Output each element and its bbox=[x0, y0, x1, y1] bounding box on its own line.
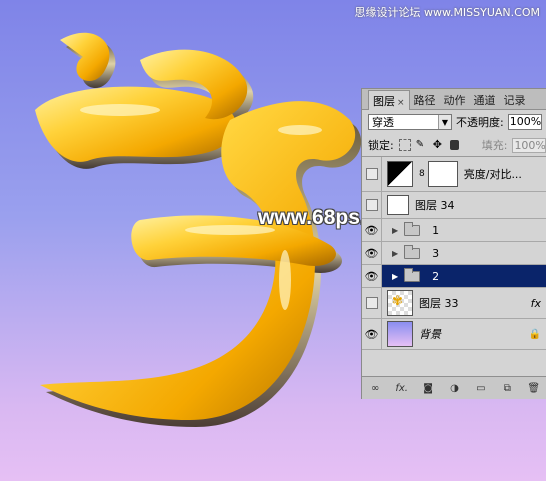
eye-box-icon bbox=[365, 297, 378, 309]
lock-fill-row: 锁定: ✎ ✥ 填充: 100% bbox=[362, 134, 546, 157]
layers-panel: 图层 × 路径 动作 通道 记录 穿透 ▼ 不透明度: 100% 锁定: ✎ ✥ … bbox=[361, 88, 546, 399]
add-mask-icon[interactable]: ◙ bbox=[421, 381, 435, 395]
layer-thumbnail: ✾ bbox=[387, 290, 413, 316]
layer-name: 背景 bbox=[419, 328, 441, 341]
eye-icon: 👁 bbox=[364, 246, 379, 260]
lock-transparency-icon[interactable] bbox=[398, 139, 411, 151]
layer-name: 亮度/对比... bbox=[463, 168, 522, 181]
layer-row-adjustment[interactable]: 8 亮度/对比... bbox=[362, 157, 546, 192]
adjustment-layer-icon[interactable]: ◑ bbox=[447, 381, 461, 395]
layer-row-background[interactable]: 👁 背景 🔒 bbox=[362, 319, 546, 350]
eye-icon: 👁 bbox=[364, 327, 379, 341]
eye-icon: 👁 bbox=[364, 223, 379, 237]
panel-bottom-toolbar: ∞ fx. ◙ ◑ ▭ ⧉ 🗑 bbox=[362, 376, 546, 399]
layer-name: 图层 34 bbox=[415, 199, 455, 212]
layer-style-fx-icon[interactable]: fx. bbox=[395, 381, 409, 395]
gold-glyph-thumb-icon: ✾ bbox=[392, 294, 403, 309]
layer-thumbnail bbox=[387, 195, 409, 215]
layers-list: 8 亮度/对比... 图层 34 👁 ▶ 1 👁 ▶ 3 👁 ▶ 2 ✾ 图层 … bbox=[362, 157, 546, 350]
layer-name: 1 bbox=[432, 223, 440, 237]
tab-layers[interactable]: 图层 × bbox=[368, 90, 410, 110]
opacity-input[interactable]: 100% bbox=[507, 114, 542, 130]
layer-name: 2 bbox=[432, 269, 440, 283]
visibility-toggle[interactable] bbox=[362, 157, 382, 191]
eye-box-icon bbox=[365, 168, 378, 180]
layer-name: 图层 33 bbox=[419, 297, 459, 310]
tab-channels[interactable]: 通道 bbox=[470, 90, 500, 109]
lock-pixels-icon[interactable]: ✎ bbox=[416, 139, 428, 151]
fill-input[interactable]: 100% bbox=[512, 137, 546, 153]
link-layers-icon[interactable]: ∞ bbox=[368, 381, 382, 395]
layer-row-34[interactable]: 图层 34 bbox=[362, 192, 546, 219]
visibility-toggle[interactable]: 👁 bbox=[362, 319, 382, 349]
blend-opacity-row: 穿透 ▼ 不透明度: 100% bbox=[362, 110, 546, 134]
new-layer-icon[interactable]: ⧉ bbox=[500, 381, 514, 395]
expand-triangle-icon[interactable]: ▶ bbox=[392, 272, 398, 281]
expand-triangle-icon[interactable]: ▶ bbox=[392, 249, 398, 258]
tab-actions[interactable]: 动作 bbox=[440, 90, 470, 109]
fill-label: 填充: bbox=[481, 139, 508, 152]
blend-mode-select[interactable]: 穿透 ▼ bbox=[368, 114, 452, 130]
folder-icon bbox=[404, 267, 421, 282]
chevron-down-icon[interactable]: ▼ bbox=[438, 115, 451, 129]
chain-link-icon: 8 bbox=[419, 169, 425, 179]
lock-label: 锁定: bbox=[368, 139, 394, 152]
tab-layers-label: 图层 bbox=[373, 95, 395, 108]
layer-thumbnail bbox=[387, 321, 413, 347]
tab-history[interactable]: 记录 bbox=[500, 90, 530, 109]
eye-icon: 👁 bbox=[364, 269, 379, 283]
eye-box-icon bbox=[365, 199, 378, 211]
visibility-toggle[interactable] bbox=[362, 192, 382, 218]
layer-mask-thumbnail bbox=[427, 161, 458, 187]
lock-icon: 🔒 bbox=[528, 328, 541, 340]
layer-row-group-2[interactable]: 👁 ▶ 2 bbox=[362, 265, 546, 288]
layer-row-group-1[interactable]: 👁 ▶ 1 bbox=[362, 219, 546, 242]
close-icon[interactable]: × bbox=[397, 98, 405, 108]
panel-tabs: 图层 × 路径 动作 通道 记录 bbox=[362, 89, 546, 110]
visibility-toggle[interactable]: 👁 bbox=[362, 219, 382, 241]
folder-icon bbox=[404, 244, 421, 259]
watermark-top: 思缘设计论坛 www.MISSYUAN.COM bbox=[354, 6, 540, 19]
layer-row-33[interactable]: ✾ 图层 33 fx bbox=[362, 288, 546, 319]
layer-name: 3 bbox=[432, 246, 440, 260]
visibility-toggle[interactable]: 👁 bbox=[362, 242, 382, 264]
folder-icon bbox=[404, 221, 421, 236]
fx-icon[interactable]: fx bbox=[531, 297, 541, 310]
layer-row-group-3[interactable]: 👁 ▶ 3 bbox=[362, 242, 546, 265]
expand-triangle-icon[interactable]: ▶ bbox=[392, 226, 398, 235]
visibility-toggle[interactable] bbox=[362, 288, 382, 318]
opacity-label: 不透明度: bbox=[456, 116, 504, 129]
adjustment-thumbnail-icon bbox=[387, 161, 413, 187]
tab-paths[interactable]: 路径 bbox=[410, 90, 440, 109]
lock-all-icon[interactable] bbox=[449, 140, 459, 150]
new-group-icon[interactable]: ▭ bbox=[474, 381, 488, 395]
blend-mode-value: 穿透 bbox=[372, 116, 394, 129]
visibility-toggle[interactable]: 👁 bbox=[362, 265, 382, 287]
lock-position-icon[interactable]: ✥ bbox=[433, 139, 445, 151]
trash-icon[interactable]: 🗑 bbox=[527, 381, 541, 395]
